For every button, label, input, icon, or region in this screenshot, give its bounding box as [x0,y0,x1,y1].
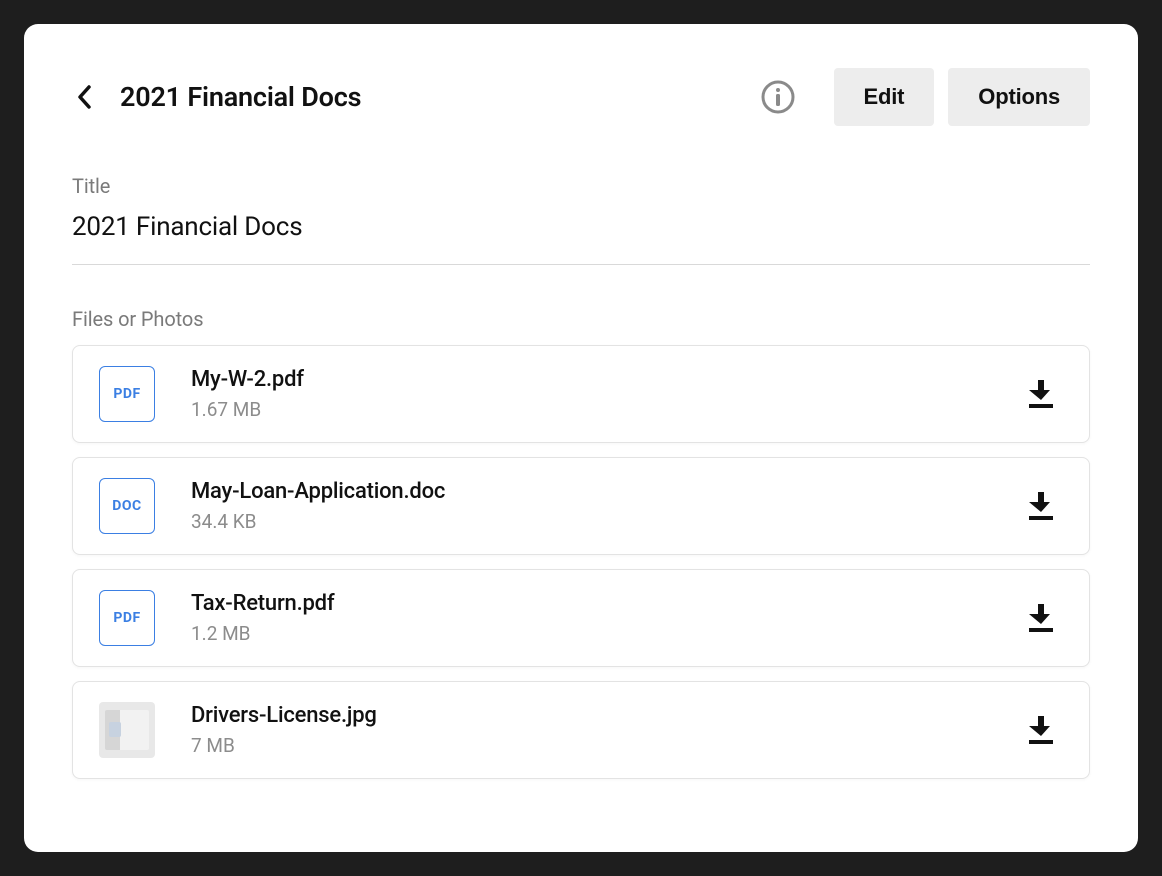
download-icon [1028,492,1054,520]
file-row[interactable]: DOC May-Loan-Application.doc 34.4 KB [72,457,1090,555]
files-list: PDF My-W-2.pdf 1.67 MB DOC May-Loan-Appl… [72,345,1090,779]
file-info: May-Loan-Application.doc 34.4 KB [191,479,1019,533]
info-icon [761,80,795,114]
file-row[interactable]: PDF Tax-Return.pdf 1.2 MB [72,569,1090,667]
file-row[interactable]: Drivers-License.jpg 7 MB [72,681,1090,779]
file-name: My-W-2.pdf [191,367,1019,392]
pdf-icon: PDF [99,366,155,422]
info-button[interactable] [756,75,800,119]
doc-icon: DOC [99,478,155,534]
file-info: Drivers-License.jpg 7 MB [191,703,1019,757]
download-button[interactable] [1019,484,1063,528]
files-label: Files or Photos [72,307,1090,331]
image-thumbnail-icon [99,702,155,758]
title-value: 2021 Financial Docs [72,212,1090,265]
download-icon [1028,716,1054,744]
download-button[interactable] [1019,708,1063,752]
file-name: Tax-Return.pdf [191,591,1019,616]
file-name: May-Loan-Application.doc [191,479,1019,504]
file-size: 7 MB [191,734,1019,757]
file-size: 1.2 MB [191,622,1019,645]
download-button[interactable] [1019,372,1063,416]
chevron-left-icon [77,85,91,109]
file-row[interactable]: PDF My-W-2.pdf 1.67 MB [72,345,1090,443]
title-label: Title [72,174,1090,198]
download-icon [1028,380,1054,408]
file-size: 1.67 MB [191,398,1019,421]
file-info: My-W-2.pdf 1.67 MB [191,367,1019,421]
options-button[interactable]: Options [948,68,1090,126]
document-panel: 2021 Financial Docs Edit Options Title 2… [24,24,1138,852]
edit-button[interactable]: Edit [834,68,935,126]
page-title: 2021 Financial Docs [120,81,756,113]
file-size: 34.4 KB [191,510,1019,533]
header: 2021 Financial Docs Edit Options [72,68,1090,126]
back-button[interactable] [68,81,100,113]
file-name: Drivers-License.jpg [191,703,1019,728]
download-icon [1028,604,1054,632]
pdf-icon: PDF [99,590,155,646]
file-info: Tax-Return.pdf 1.2 MB [191,591,1019,645]
download-button[interactable] [1019,596,1063,640]
